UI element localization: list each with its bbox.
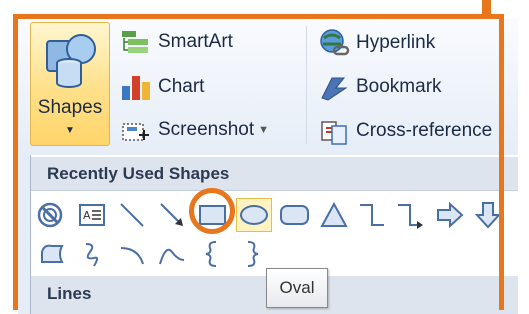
highlight-frame [13, 14, 504, 310]
highlight-frame-tick [482, 0, 491, 16]
